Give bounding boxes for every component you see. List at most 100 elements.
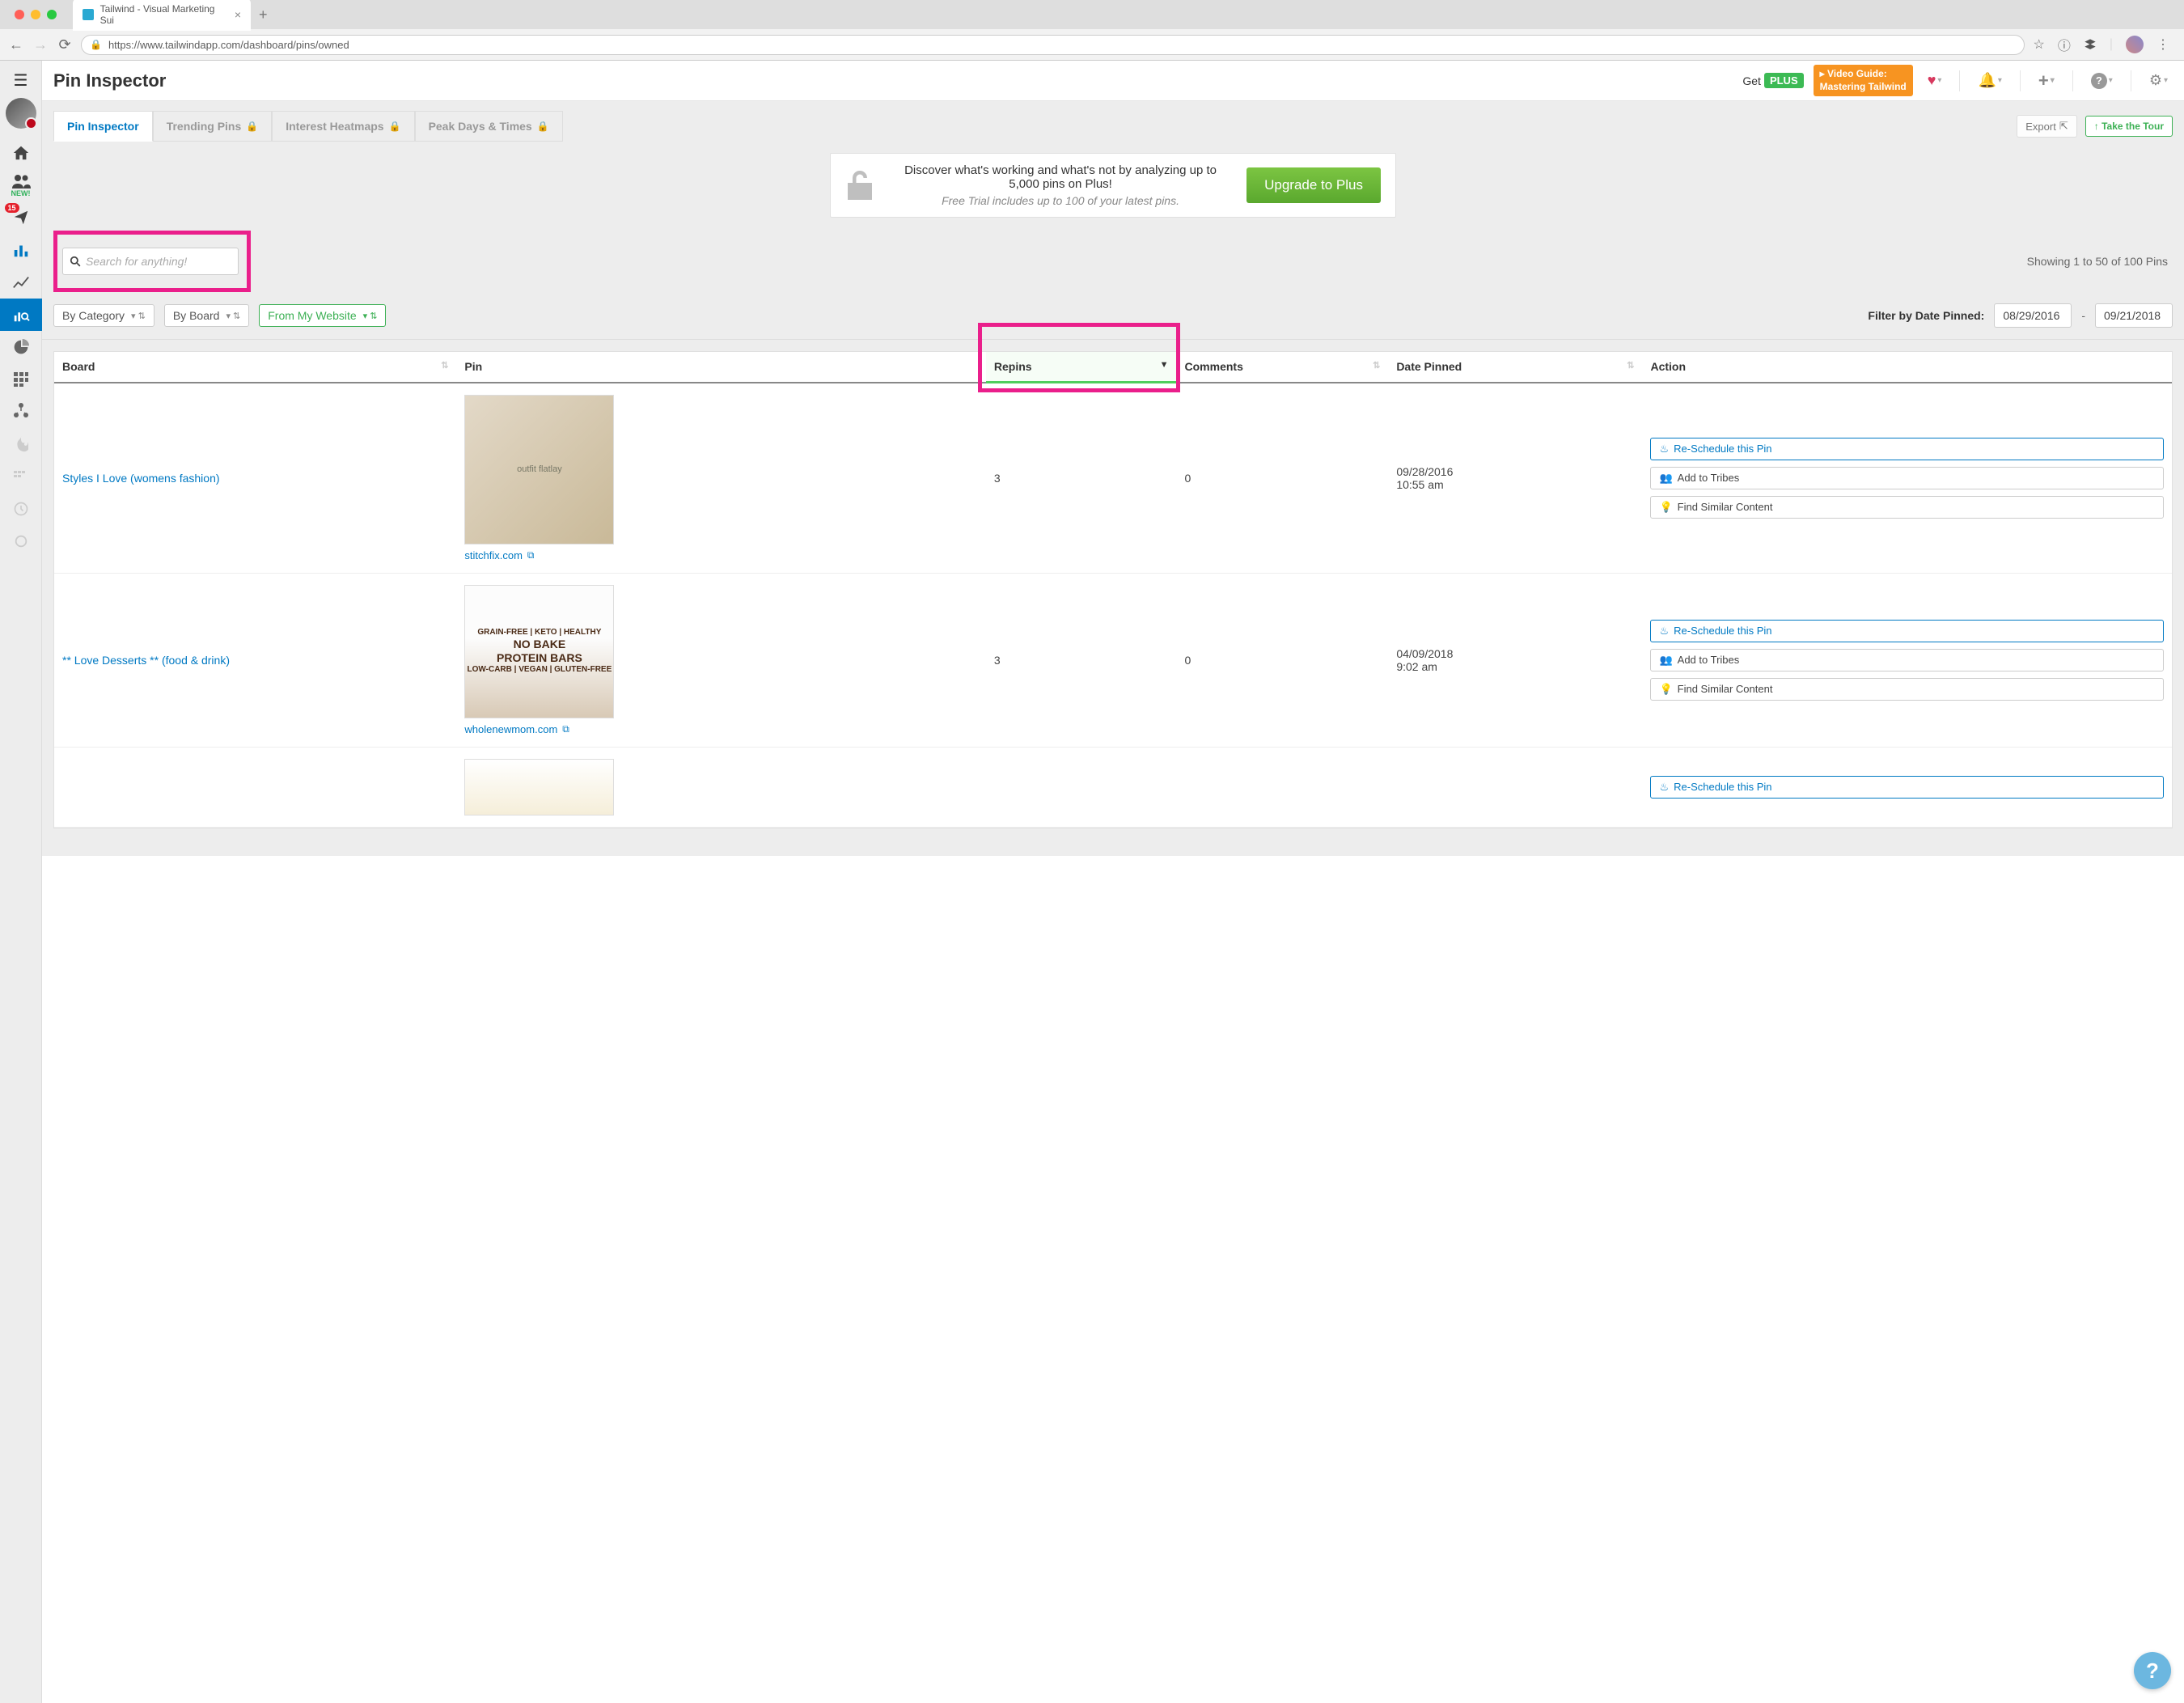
- sort-icon: ⇅: [1627, 360, 1634, 371]
- board-link[interactable]: ** Love Desserts ** (food & drink): [62, 654, 230, 667]
- col-action: Action: [1642, 352, 2172, 383]
- star-icon[interactable]: ☆: [2033, 36, 2044, 53]
- sort-desc-icon: ▼: [1160, 360, 1169, 370]
- sidebar-analytics-icon[interactable]: [0, 234, 42, 266]
- sidebar-fire-icon[interactable]: [0, 428, 42, 460]
- user-avatar[interactable]: [6, 98, 36, 129]
- new-tab-button[interactable]: +: [259, 6, 268, 23]
- get-plus-link[interactable]: Get PLUS: [1742, 73, 1803, 88]
- unlock-icon: [845, 168, 874, 202]
- search-input[interactable]: [86, 255, 232, 268]
- col-date-pinned[interactable]: Date Pinned⇅: [1388, 352, 1642, 383]
- heart-icon[interactable]: ♥ ▾: [1923, 72, 1947, 89]
- repins-value: 3: [986, 383, 1177, 574]
- sidebar-pin-inspector-icon[interactable]: [0, 299, 42, 331]
- sort-icon: ⇅: [441, 360, 448, 371]
- filter-by-category[interactable]: By Category ▾ ⇅: [53, 304, 154, 327]
- filter-icon: ▾ ⇅: [363, 311, 378, 321]
- gear-icon[interactable]: ⚙ ▾: [2144, 72, 2173, 89]
- pin-source-link[interactable]: stitchfix.com ⧉: [464, 549, 534, 561]
- promo-subtext: Free Trial includes up to 100 of your la…: [891, 194, 1230, 207]
- sidebar-tribes-icon[interactable]: NEW!: [0, 169, 42, 201]
- external-link-icon: ⧉: [527, 549, 535, 561]
- tab-pin-inspector[interactable]: Pin Inspector: [53, 111, 153, 142]
- help-icon[interactable]: ? ▾: [2086, 73, 2118, 89]
- sidebar-publish-icon[interactable]: 15: [0, 201, 42, 234]
- add-icon[interactable]: + ▾: [2034, 70, 2059, 91]
- board-link[interactable]: Styles I Love (womens fashion): [62, 472, 220, 485]
- window-controls[interactable]: [6, 10, 65, 19]
- reschedule-button[interactable]: ♨Re-Schedule this Pin: [1650, 776, 2164, 799]
- url-text: https://www.tailwindapp.com/dashboard/pi…: [108, 39, 349, 51]
- help-bubble-button[interactable]: ?: [2134, 1652, 2171, 1689]
- col-comments[interactable]: Comments⇅: [1177, 352, 1389, 383]
- content-tabs: Pin Inspector Trending Pins 🔒 Interest H…: [42, 101, 2184, 142]
- tab-interest-heatmaps[interactable]: Interest Heatmaps 🔒: [272, 111, 414, 142]
- reschedule-button[interactable]: ♨Re-Schedule this Pin: [1650, 438, 2164, 460]
- export-button[interactable]: Export ⇱: [2017, 115, 2076, 138]
- col-repins[interactable]: Repins▼: [986, 352, 1177, 383]
- lightbulb-icon: 💡: [1659, 501, 1672, 514]
- profile-avatar-icon[interactable]: [2126, 36, 2144, 53]
- menu-icon[interactable]: ⋮: [2156, 36, 2169, 53]
- new-label: NEW!: [11, 189, 31, 197]
- flame-icon: ♨: [1659, 443, 1669, 455]
- upgrade-button[interactable]: Upgrade to Plus: [1246, 167, 1381, 203]
- add-tribes-button[interactable]: 👥Add to Tribes: [1650, 467, 2164, 489]
- flame-icon: ♨: [1659, 781, 1669, 794]
- buffer-icon[interactable]: [2084, 38, 2097, 51]
- filter-by-board[interactable]: By Board ▾ ⇅: [164, 304, 249, 327]
- external-link-icon: ⇱: [2059, 120, 2068, 133]
- table-row: ** Love Desserts ** (food & drink) GRAIN…: [54, 573, 2172, 747]
- sidebar-grid-icon[interactable]: [0, 460, 42, 493]
- bell-icon[interactable]: 🔔 ▾: [1973, 72, 2006, 89]
- close-window-icon[interactable]: [15, 10, 24, 19]
- add-tribes-button[interactable]: 👥Add to Tribes: [1650, 649, 2164, 671]
- minimize-window-icon[interactable]: [31, 10, 40, 19]
- sidebar-pie-icon[interactable]: [0, 331, 42, 363]
- maximize-window-icon[interactable]: [47, 10, 57, 19]
- lock-icon: 🔒: [389, 121, 401, 132]
- info-icon[interactable]: ⓘ: [2058, 35, 2071, 54]
- pin-thumbnail[interactable]: outfit flatlay: [464, 395, 614, 544]
- take-tour-button[interactable]: ↑ Take the Tour: [2085, 116, 2173, 137]
- sidebar-history-icon[interactable]: [0, 493, 42, 525]
- reschedule-button[interactable]: ♨Re-Schedule this Pin: [1650, 620, 2164, 642]
- address-bar[interactable]: 🔒 https://www.tailwindapp.com/dashboard/…: [81, 35, 2025, 55]
- sidebar-home-icon[interactable]: [0, 137, 42, 169]
- hamburger-menu-icon[interactable]: ☰: [0, 66, 41, 95]
- col-board[interactable]: Board⇅: [54, 352, 456, 383]
- date-from-input[interactable]: [1994, 303, 2072, 328]
- tab-peak-days-times[interactable]: Peak Days & Times 🔒: [415, 111, 563, 142]
- date-to-input[interactable]: [2095, 303, 2173, 328]
- col-pin[interactable]: Pin: [456, 352, 986, 383]
- date-filter-label: Filter by Date Pinned:: [1868, 309, 1984, 322]
- filter-from-website[interactable]: From My Website ▾ ⇅: [259, 304, 386, 327]
- app-sidebar: ☰ NEW! 15: [0, 61, 42, 1703]
- pin-thumbnail[interactable]: [464, 759, 614, 815]
- back-button[interactable]: ←: [8, 36, 24, 53]
- search-box[interactable]: [62, 248, 239, 275]
- https-lock-icon: 🔒: [90, 39, 102, 50]
- sidebar-circle-icon[interactable]: [0, 525, 42, 557]
- date-value: 04/09/2018 9:02 am: [1388, 573, 1642, 747]
- find-similar-button[interactable]: 💡Find Similar Content: [1650, 496, 2164, 519]
- date-value: 09/28/2016 10:55 am: [1388, 383, 1642, 574]
- pin-thumbnail[interactable]: GRAIN-FREE | KETO | HEALTHYNO BAKEPROTEI…: [464, 585, 614, 718]
- find-similar-button[interactable]: 💡Find Similar Content: [1650, 678, 2164, 701]
- table-row: Styles I Love (womens fashion) outfit fl…: [54, 383, 2172, 574]
- tab-trending-pins[interactable]: Trending Pins 🔒: [153, 111, 273, 142]
- tab-title: Tailwind - Visual Marketing Sui: [100, 3, 228, 26]
- video-guide-button[interactable]: ▸ Video Guide: Mastering Tailwind: [1814, 65, 1913, 96]
- reload-button[interactable]: ⟳: [57, 36, 73, 53]
- forward-button[interactable]: →: [32, 36, 49, 53]
- sidebar-heatmap-icon[interactable]: [0, 363, 42, 396]
- close-tab-icon[interactable]: ×: [235, 8, 241, 21]
- comments-value: 0: [1177, 383, 1389, 574]
- main-content: Pin Inspector Get PLUS ▸ Video Guide: Ma…: [42, 61, 2184, 1703]
- sidebar-referral-icon[interactable]: [0, 396, 42, 428]
- browser-tab[interactable]: Tailwind - Visual Marketing Sui ×: [73, 0, 251, 31]
- lock-icon: 🔒: [246, 121, 258, 132]
- sidebar-trends-icon[interactable]: [0, 266, 42, 299]
- pin-source-link[interactable]: wholenewmom.com ⧉: [464, 723, 569, 735]
